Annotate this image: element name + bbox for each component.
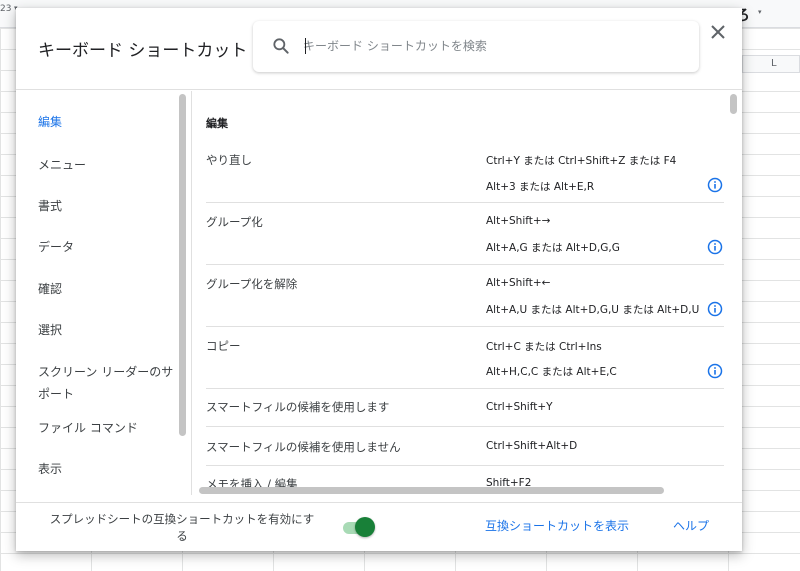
- shortcut-keys: Ctrl+Shift+Alt+D: [486, 440, 578, 452]
- column-header-l[interactable]: L: [742, 55, 800, 73]
- info-icon[interactable]: [707, 239, 723, 255]
- shortcut-name: グループ化を解除: [206, 277, 298, 291]
- shortcut-row-redo: やり直し Ctrl+Y または Ctrl+Shift+Z または F4 Alt+…: [206, 141, 724, 203]
- search-box[interactable]: [253, 21, 699, 72]
- shortcut-list: 編集 やり直し Ctrl+Y または Ctrl+Shift+Z または F4 A…: [192, 91, 742, 495]
- close-icon[interactable]: [706, 20, 730, 44]
- zoom-value[interactable]: 23: [0, 4, 11, 14]
- nav-item-edit[interactable]: 編集: [38, 111, 188, 133]
- search-icon: [273, 38, 289, 54]
- shortcut-keys: Ctrl+Shift+Y: [486, 401, 553, 413]
- dialog-title: キーボード ショートカット: [38, 41, 248, 61]
- shortcut-row-smartfill-reject: スマートフィルの候補を使用しません Ctrl+Shift+Alt+D: [206, 427, 724, 466]
- show-compat-shortcuts-link[interactable]: 互換ショートカットを表示: [485, 517, 629, 534]
- shortcut-keys: Alt+A,G または Alt+D,G,G: [486, 242, 620, 254]
- shortcut-row-smartfill-accept: スマートフィルの候補を使用します Ctrl+Shift+Y: [206, 389, 724, 427]
- compat-shortcuts-toggle[interactable]: [341, 517, 375, 537]
- nav-item-data[interactable]: データ: [38, 236, 188, 258]
- shortcut-name: スマートフィルの候補を使用しません: [206, 440, 401, 454]
- info-icon[interactable]: [707, 177, 723, 193]
- shortcut-keys: Alt+Shift+→: [486, 215, 551, 227]
- shortcut-name: やり直し: [206, 153, 252, 167]
- text-cursor: [305, 38, 306, 54]
- dialog-footer: スプレッドシートの互換ショートカットを有効にする 互換ショートカットを表示 ヘル…: [16, 502, 742, 551]
- content-vertical-scrollbar[interactable]: [730, 94, 737, 114]
- column-header-label: L: [771, 58, 777, 69]
- shortcut-keys: Ctrl+Y または Ctrl+Shift+Z または F4: [486, 155, 677, 167]
- nav-item-screen-reader[interactable]: スクリーン リーダーのサポート: [38, 361, 178, 405]
- nav-item-review[interactable]: 確認: [38, 278, 188, 300]
- shortcut-keys: Alt+3 または Alt+E,R: [486, 181, 595, 193]
- keyboard-shortcuts-dialog: キーボード ショートカット 編集 メニュー 書式 データ 確認 選択 スクリーン…: [16, 8, 742, 551]
- content-horizontal-scrollbar[interactable]: [199, 487, 664, 494]
- shortcut-name: コピー: [206, 339, 241, 353]
- shortcut-keys: Alt+A,U または Alt+D,G,U または Alt+D,U: [486, 304, 700, 316]
- nav-item-format[interactable]: 書式: [38, 195, 188, 217]
- input-tool-dropdown-icon[interactable]: ▾: [758, 8, 762, 16]
- shortcut-row-ungroup: グループ化を解除 Alt+Shift+← Alt+A,U または Alt+D,G…: [206, 265, 724, 327]
- nav-item-menu[interactable]: メニュー: [38, 154, 188, 176]
- compat-shortcuts-label: スプレッドシートの互換ショートカットを有効にする: [49, 512, 315, 543]
- search-input[interactable]: [303, 31, 683, 61]
- nav-scrollbar[interactable]: [179, 94, 186, 436]
- shortcut-name: スマートフィルの候補を使用します: [206, 400, 390, 414]
- dialog-header: キーボード ショートカット: [16, 8, 742, 90]
- info-icon[interactable]: [707, 363, 723, 379]
- nav-item-file-commands[interactable]: ファイル コマンド: [38, 417, 188, 439]
- shortcut-row-copy: コピー Ctrl+C または Ctrl+Ins Alt+H,C,C または Al…: [206, 327, 724, 389]
- shortcut-keys: Ctrl+C または Ctrl+Ins: [486, 341, 602, 353]
- shortcut-name: グループ化: [206, 215, 263, 229]
- nav-item-select[interactable]: 選択: [38, 319, 188, 341]
- help-link[interactable]: ヘルプ: [673, 517, 709, 534]
- info-icon[interactable]: [707, 301, 723, 317]
- shortcut-row-group: グループ化 Alt+Shift+→ Alt+A,G または Alt+D,G,G: [206, 203, 724, 265]
- section-title: 編集: [206, 117, 228, 130]
- toggle-thumb: [355, 517, 375, 537]
- nav-item-view[interactable]: 表示: [38, 458, 188, 480]
- category-nav: 編集 メニュー 書式 データ 確認 選択 スクリーン リーダーのサポート ファイ…: [16, 91, 192, 495]
- shortcut-keys: Alt+H,C,C または Alt+E,C: [486, 366, 617, 378]
- shortcut-keys: Alt+Shift+←: [486, 277, 551, 289]
